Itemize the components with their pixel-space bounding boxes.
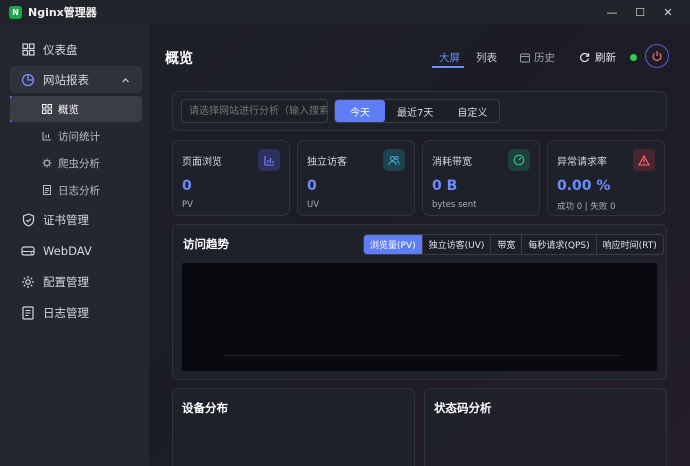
tab-history[interactable]: 历史 <box>520 50 555 65</box>
history-icon <box>520 53 530 63</box>
kpi-label: 页面浏览 <box>182 157 222 168</box>
sidebar-item-label: 日志管理 <box>43 305 89 320</box>
dashboard-icon <box>21 43 35 57</box>
sidebar-item-label: WebDAV <box>43 243 92 258</box>
kpi-sub: UV <box>307 200 320 210</box>
active-tab-underline <box>432 66 464 68</box>
chart-baseline <box>223 355 620 356</box>
time-range-selector: 今天 最近7天 自定义 <box>334 99 501 123</box>
file-text-icon <box>21 305 35 320</box>
power-button[interactable] <box>645 44 669 68</box>
main-content: 概览 大屏 列表 历史 刷新 今天 最近7天 自定义 页面浏览 0 <box>149 24 690 466</box>
sidebar-subitem-log-analysis[interactable]: 日志分析 <box>10 177 142 203</box>
metric-tab-bandwidth[interactable]: 带宽 <box>491 235 523 254</box>
status-indicator <box>630 54 637 61</box>
sidebar-subitem-label: 爬虫分析 <box>58 157 100 170</box>
chevron-up-icon <box>121 74 130 88</box>
kpi-value: 0 <box>182 178 192 194</box>
range-7days-button[interactable]: 最近7天 <box>385 100 445 122</box>
refresh-button[interactable]: 刷新 <box>579 50 616 65</box>
gear-icon <box>21 275 35 289</box>
pie-chart-icon <box>21 73 35 87</box>
maximize-icon: ☐ <box>635 5 645 19</box>
kpi-label: 独立访客 <box>307 157 347 168</box>
sidebar-item-logs[interactable]: 日志管理 <box>10 299 142 326</box>
kpi-value: 0 B <box>432 178 458 194</box>
sidebar-item-webdav[interactable]: WebDAV <box>10 237 142 264</box>
bar-chart-icon <box>42 131 52 141</box>
sidebar-item-config[interactable]: 配置管理 <box>10 268 142 295</box>
status-code-title: 状态码分析 <box>434 401 492 415</box>
metric-tabs: 浏览量(PV) 独立访客(UV) 带宽 每秒请求(QPS) 响应时间(RT) <box>363 234 664 255</box>
metric-tab-qps[interactable]: 每秒请求(QPS) <box>522 235 597 254</box>
sidebar-item-label: 配置管理 <box>43 274 89 289</box>
app-title: Nginx管理器 <box>28 6 97 19</box>
close-icon: ✕ <box>663 5 673 19</box>
app-logo-icon: N <box>9 5 22 19</box>
sidebar-subitem-label: 概览 <box>58 103 79 116</box>
kpi-card-bandwidth: 消耗带宽 0 B bytes sent <box>422 140 540 216</box>
document-icon <box>42 185 52 195</box>
bug-icon <box>42 158 52 168</box>
refresh-icon <box>579 52 590 63</box>
tab-list[interactable]: 列表 <box>476 50 497 65</box>
minimize-icon: — <box>606 5 618 19</box>
sidebar-item-label: 仪表盘 <box>43 42 78 57</box>
metric-tab-pv[interactable]: 浏览量(PV) <box>364 235 423 254</box>
window-controls: — ☐ ✕ <box>598 0 682 24</box>
trend-chart <box>182 263 657 371</box>
device-distribution-title: 设备分布 <box>182 401 228 415</box>
kpi-card-error-rate: 异常请求率 0.00 % 成功 0 | 失败 0 <box>547 140 665 216</box>
sidebar-item-label: 证书管理 <box>43 212 89 227</box>
sidebar-subitem-label: 日志分析 <box>58 184 100 197</box>
minimize-button[interactable]: — <box>598 0 626 24</box>
site-search-input[interactable] <box>181 99 328 123</box>
refresh-label: 刷新 <box>595 52 616 64</box>
kpi-label: 异常请求率 <box>557 157 607 168</box>
users-icon <box>383 149 405 171</box>
page-title: 概览 <box>165 51 193 67</box>
kpi-label: 消耗带宽 <box>432 157 472 168</box>
range-today-button[interactable]: 今天 <box>335 100 385 122</box>
bar-chart-icon <box>258 149 280 171</box>
sidebar-item-site-reports[interactable]: 网站报表 <box>10 66 142 93</box>
kpi-value: 0 <box>307 178 317 194</box>
hard-drive-icon <box>21 244 35 258</box>
kpi-sub: 成功 0 | 失败 0 <box>557 202 616 212</box>
title-bar: N Nginx管理器 — ☐ ✕ <box>0 0 690 24</box>
filter-panel: 今天 最近7天 自定义 <box>172 91 667 131</box>
range-custom-button[interactable]: 自定义 <box>445 100 499 122</box>
sidebar-subitem-overview[interactable]: 概览 <box>10 96 142 122</box>
shield-icon <box>21 212 35 227</box>
sidebar-subitem-crawler-analysis[interactable]: 爬虫分析 <box>10 150 142 176</box>
sidebar: 仪表盘 网站报表 概览 访问统计 爬虫分析 日志分析 证书管理 WebDAV 配… <box>0 24 149 466</box>
device-distribution-panel: 设备分布 <box>172 388 415 466</box>
kpi-card-pageviews: 页面浏览 0 PV <box>172 140 290 216</box>
sidebar-item-dashboard[interactable]: 仪表盘 <box>10 36 142 63</box>
trend-title: 访问趋势 <box>183 237 229 251</box>
tab-big-screen[interactable]: 大屏 <box>439 50 460 65</box>
maximize-button[interactable]: ☐ <box>626 0 654 24</box>
close-button[interactable]: ✕ <box>654 0 682 24</box>
gauge-icon <box>508 149 530 171</box>
sidebar-subitem-label: 访问统计 <box>58 130 100 143</box>
trend-panel: 访问趋势 浏览量(PV) 独立访客(UV) 带宽 每秒请求(QPS) 响应时间(… <box>172 224 667 380</box>
tab-history-label: 历史 <box>534 52 555 64</box>
sidebar-subitem-access-stats[interactable]: 访问统计 <box>10 123 142 149</box>
kpi-card-visitors: 独立访客 0 UV <box>297 140 415 216</box>
kpi-sub: PV <box>182 200 193 210</box>
power-icon <box>651 50 663 62</box>
overview-icon <box>42 104 52 114</box>
sidebar-item-certificates[interactable]: 证书管理 <box>10 206 142 233</box>
app-logo-letter: N <box>12 7 19 17</box>
kpi-value: 0.00 % <box>557 178 611 194</box>
warning-icon <box>633 149 655 171</box>
status-code-panel: 状态码分析 <box>424 388 667 466</box>
metric-tab-rt[interactable]: 响应时间(RT) <box>597 235 663 254</box>
sidebar-item-label: 网站报表 <box>43 72 89 87</box>
metric-tab-uv[interactable]: 独立访客(UV) <box>423 235 492 254</box>
kpi-sub: bytes sent <box>432 200 477 210</box>
